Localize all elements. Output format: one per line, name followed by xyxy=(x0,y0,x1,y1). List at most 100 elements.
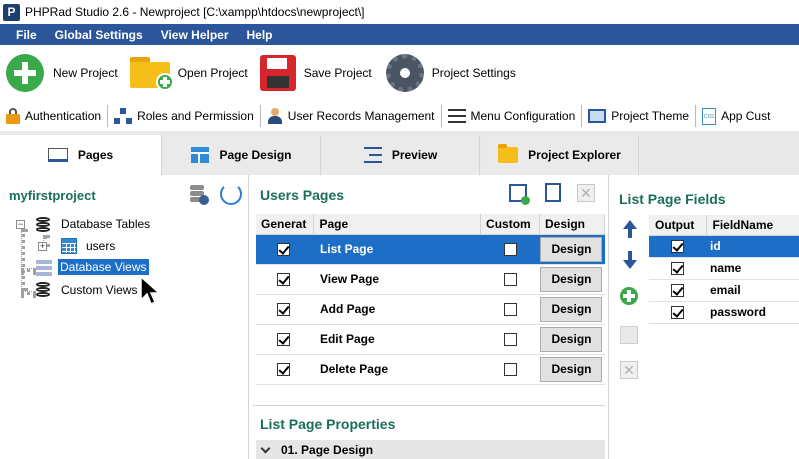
menu-file[interactable]: File xyxy=(9,28,44,42)
users-pages-panel: Users Pages ✕ Generat Page Custom Design… xyxy=(253,175,606,403)
table-row[interactable]: email xyxy=(649,279,799,302)
project-theme-button[interactable]: Project Theme xyxy=(582,105,697,127)
project-name: myfirstproject xyxy=(9,188,96,203)
collapse-toggle[interactable]: − xyxy=(16,220,25,229)
plus-circle-icon xyxy=(6,54,44,92)
add-field-icon[interactable] xyxy=(620,287,638,305)
generate-checkbox[interactable] xyxy=(277,273,290,287)
roles-permission-button[interactable]: Roles and Permission xyxy=(108,105,261,127)
css-file-icon: CSS xyxy=(702,107,717,125)
floppy-disk-icon xyxy=(259,55,296,91)
custom-checkbox[interactable] xyxy=(503,363,517,377)
custom-checkbox[interactable] xyxy=(503,243,517,257)
database-view-icon xyxy=(36,260,52,276)
expand-toggle[interactable]: + xyxy=(38,242,47,251)
table-row[interactable]: View Page Design xyxy=(256,264,605,295)
tab-pages[interactable]: Pages xyxy=(0,135,162,175)
column-header-fieldname[interactable]: FieldName xyxy=(706,215,799,236)
table-row[interactable]: Delete Page Design xyxy=(256,354,605,385)
custom-checkbox[interactable] xyxy=(503,333,517,347)
database-settings-icon[interactable] xyxy=(189,183,209,205)
title-bar: P PHPRad Studio 2.6 - Newproject [C:\xam… xyxy=(0,0,799,24)
project-theme-label: Project Theme xyxy=(611,109,690,123)
main-toolbar: New Project Open Project Save Project Pr… xyxy=(0,45,799,101)
save-project-button[interactable]: Save Project xyxy=(256,49,372,97)
user-records-button[interactable]: User Records Management xyxy=(261,105,442,127)
new-project-label: New Project xyxy=(53,66,118,80)
generate-checkbox[interactable] xyxy=(277,243,290,257)
project-settings-button[interactable]: Project Settings xyxy=(380,49,516,97)
tab-page-design[interactable]: Page Design xyxy=(163,135,321,175)
column-header-page[interactable]: Page xyxy=(313,214,482,235)
menu-configuration-label: Menu Configuration xyxy=(470,109,576,123)
tree-connector xyxy=(21,229,25,291)
field-name: email xyxy=(706,279,799,302)
tree-item-custom-views[interactable]: Custom Views xyxy=(61,283,137,297)
design-button[interactable]: Design xyxy=(540,236,603,262)
table-row[interactable]: Add Page Design xyxy=(256,294,605,325)
project-tree-panel: myfirstproject − Database Tables + users… xyxy=(0,175,249,459)
open-project-button[interactable]: Open Project xyxy=(126,49,248,97)
menu-lines-icon xyxy=(447,109,466,123)
app-custom-button[interactable]: CSS App Cust xyxy=(696,105,776,127)
page-design-section-header[interactable]: 01. Page Design xyxy=(256,440,605,459)
menu-global-settings[interactable]: Global Settings xyxy=(48,28,150,42)
page-design-section-label: 01. Page Design xyxy=(281,443,374,457)
user-records-label: User Records Management xyxy=(287,109,435,123)
design-button[interactable]: Design xyxy=(540,326,603,352)
table-row[interactable]: Edit Page Design xyxy=(256,324,605,355)
custom-checkbox[interactable] xyxy=(503,273,517,287)
copy-page-icon[interactable] xyxy=(545,183,561,202)
table-icon xyxy=(61,238,77,254)
column-header-output[interactable]: Output xyxy=(649,215,707,236)
column-header-custom[interactable]: Custom xyxy=(480,214,540,235)
preview-icon xyxy=(363,147,382,163)
generate-checkbox[interactable] xyxy=(277,303,290,317)
move-up-icon[interactable] xyxy=(615,220,645,240)
edit-field-icon[interactable] xyxy=(620,326,638,344)
output-checkbox[interactable] xyxy=(671,240,684,254)
authentication-button[interactable]: Authentication xyxy=(0,105,109,127)
tab-pages-label: Pages xyxy=(77,148,114,162)
column-header-generate[interactable]: Generat xyxy=(256,214,315,235)
list-page-properties-title: List Page Properties xyxy=(260,416,396,432)
authentication-label: Authentication xyxy=(25,109,102,123)
table-row[interactable]: List Page Design xyxy=(256,234,605,265)
table-row[interactable]: id xyxy=(649,235,799,258)
menu-configuration-button[interactable]: Menu Configuration xyxy=(442,105,583,127)
design-button[interactable]: Design xyxy=(540,296,603,322)
menu-view-helper[interactable]: View Helper xyxy=(154,28,236,42)
menu-help[interactable]: Help xyxy=(240,28,280,42)
column-header-design[interactable]: Design xyxy=(539,214,606,235)
tree-connector xyxy=(21,291,36,295)
list-page-properties-panel: List Page Properties 01. Page Design xyxy=(253,405,605,459)
output-checkbox[interactable] xyxy=(671,306,684,320)
table-row[interactable]: password xyxy=(649,301,799,324)
database-icon xyxy=(36,282,50,298)
output-checkbox[interactable] xyxy=(671,284,684,298)
design-button[interactable]: Design xyxy=(540,266,603,292)
tree-item-database-views[interactable]: Database Views xyxy=(58,259,149,275)
custom-checkbox[interactable] xyxy=(503,303,517,317)
new-project-button[interactable]: New Project xyxy=(0,49,118,97)
generate-checkbox[interactable] xyxy=(277,363,290,377)
delete-field-icon[interactable]: ✕ xyxy=(620,361,638,379)
users-pages-title: Users Pages xyxy=(260,187,345,203)
window-theme-icon xyxy=(588,109,607,123)
chevron-down-icon xyxy=(260,443,271,453)
move-down-icon[interactable] xyxy=(615,251,645,271)
output-checkbox[interactable] xyxy=(671,262,684,276)
tab-preview[interactable]: Preview xyxy=(322,135,480,175)
tree-item-database-tables[interactable]: Database Tables xyxy=(61,217,150,231)
app-logo-icon: P xyxy=(3,3,20,21)
refresh-icon[interactable] xyxy=(220,183,242,205)
delete-icon[interactable]: ✕ xyxy=(577,184,595,202)
tab-project-explorer[interactable]: Project Explorer xyxy=(481,135,639,175)
app-custom-label: App Cust xyxy=(721,109,771,123)
tree-item-users[interactable]: users xyxy=(86,239,115,253)
add-page-icon[interactable] xyxy=(509,184,530,205)
table-row[interactable]: name xyxy=(649,257,799,280)
lock-icon xyxy=(6,108,20,124)
design-button[interactable]: Design xyxy=(540,356,603,382)
generate-checkbox[interactable] xyxy=(277,333,290,347)
